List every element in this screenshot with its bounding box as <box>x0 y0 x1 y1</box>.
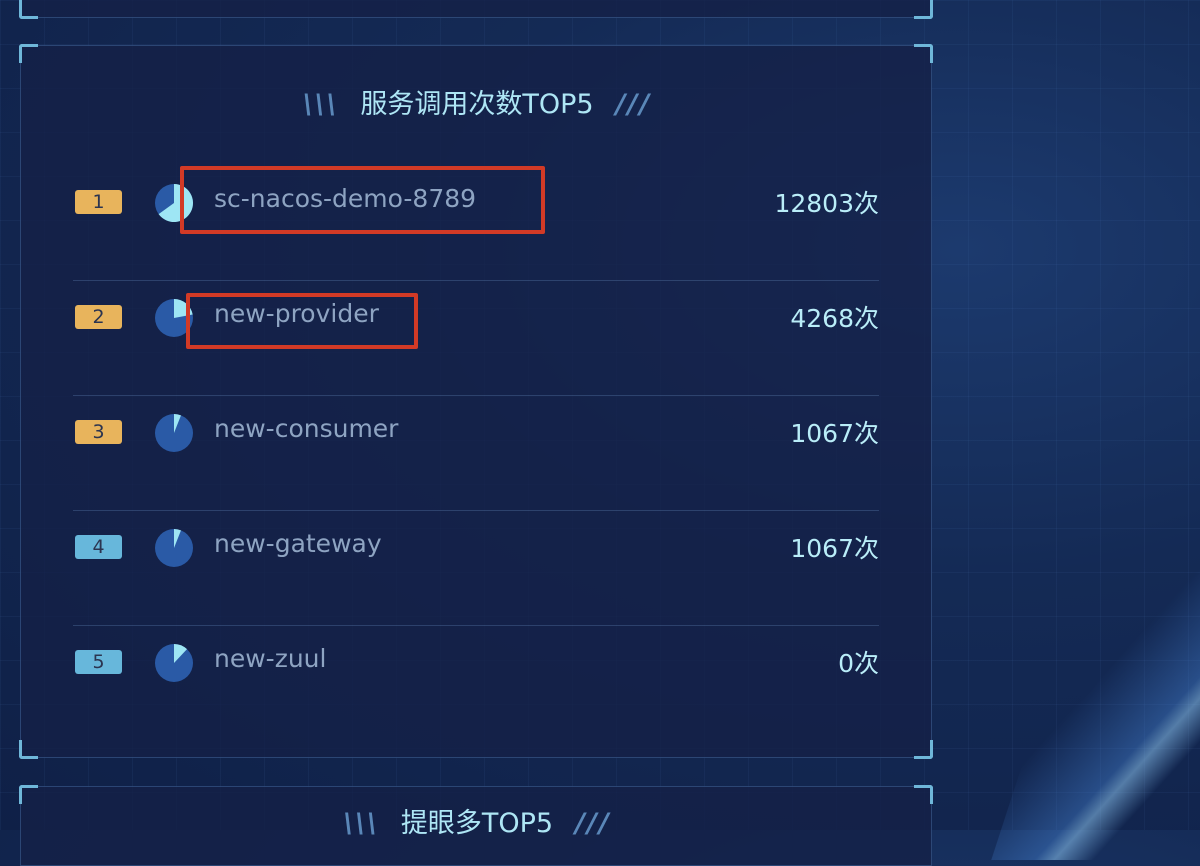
title-decor-left: \\\ <box>302 89 339 120</box>
rank-badge: 4 <box>75 535 122 559</box>
corner-bracket <box>914 0 933 19</box>
call-count: 12803次 <box>774 189 879 218</box>
ranking-row[interactable]: 4 new-gateway 1067次 <box>73 511 879 626</box>
call-count: 1067次 <box>790 419 879 448</box>
share-pie-icon <box>155 529 193 567</box>
corner-bracket <box>19 740 38 759</box>
rank-badge: 5 <box>75 650 122 674</box>
service-call-top5-panel: \\\ 服务调用次数TOP5/// 1 sc-nacos-demo-8789 12… <box>19 44 933 759</box>
corner-bracket <box>19 0 38 19</box>
corner-bracket <box>914 44 933 63</box>
annotation-highlight-box <box>186 293 418 349</box>
title-decor-right: /// <box>615 89 652 120</box>
share-pie-icon <box>155 414 193 452</box>
bottom-panel-title-text: 提眼多TOP5 <box>400 808 554 839</box>
service-name: new-consumer <box>214 414 399 443</box>
title-decor-right: /// <box>575 808 611 839</box>
corner-bracket <box>19 44 38 63</box>
call-count: 4268次 <box>790 304 879 333</box>
annotation-highlight-box <box>180 166 545 234</box>
bottom-panel-title: \\\ 提眼多TOP5 /// <box>21 801 933 840</box>
rank-badge: 1 <box>75 190 122 214</box>
rank-badge: 2 <box>75 305 122 329</box>
panel-title: \\\ 服务调用次数TOP5 /// <box>21 82 933 121</box>
title-decor-left: \\\ <box>343 808 379 839</box>
service-name: new-gateway <box>214 529 382 558</box>
ranking-list: 1 sc-nacos-demo-8789 12803次 2 new-provid… <box>73 166 879 741</box>
bottom-panel: \\\ 提眼多TOP5 /// <box>19 785 933 866</box>
call-count: 1067次 <box>790 534 879 563</box>
service-name: new-zuul <box>214 644 327 673</box>
panel-title-text: 服务调用次数TOP5 <box>360 89 594 120</box>
ranking-row[interactable]: 5 new-zuul 0次 <box>73 626 879 741</box>
rank-badge: 3 <box>75 420 122 444</box>
call-count: 0次 <box>838 649 879 678</box>
corner-bracket <box>914 740 933 759</box>
top-panel <box>19 0 933 19</box>
share-pie-icon <box>155 644 193 682</box>
ranking-row[interactable]: 3 new-consumer 1067次 <box>73 396 879 511</box>
